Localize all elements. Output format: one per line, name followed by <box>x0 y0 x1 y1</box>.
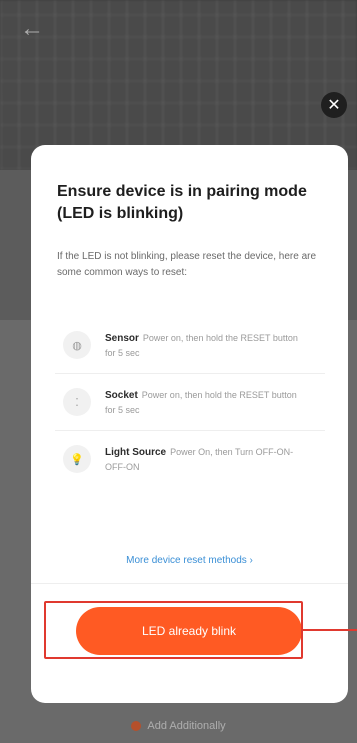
highlight-box <box>44 601 303 659</box>
method-name: Sensor <box>105 332 139 344</box>
list-item: 💡 Light Source Power On, then Turn OFF-ON… <box>55 431 325 487</box>
more-reset-methods-link[interactable]: More device reset methods › <box>31 555 348 566</box>
dialog-description: If the LED is not blinking, please reset… <box>57 251 317 278</box>
method-name: Light Source <box>105 446 167 458</box>
arrow-left-icon[interactable]: ← <box>20 17 44 41</box>
add-additionally-label: Add Additionally <box>147 720 226 732</box>
reset-methods-list: ◍ Sensor Power on, then hold the RESET bu… <box>55 317 325 487</box>
add-additionally-link[interactable]: Add Additionally <box>0 720 357 732</box>
close-icon[interactable]: ✕ <box>321 92 347 118</box>
method-name: Socket <box>105 389 138 401</box>
add-icon <box>131 721 142 732</box>
divider <box>31 583 348 584</box>
highlight-pointer-line <box>303 629 357 631</box>
dialog-title: Ensure device is in pairing mode (LED is… <box>57 183 307 222</box>
list-item: ◍ Sensor Power on, then hold the RESET bu… <box>55 317 325 374</box>
light-bulb-icon: 💡 <box>63 445 91 473</box>
list-item: ⁚ Socket Power on, then hold the RESET bu… <box>55 374 325 431</box>
sensor-icon: ◍ <box>63 331 91 359</box>
socket-icon: ⁚ <box>63 388 91 416</box>
